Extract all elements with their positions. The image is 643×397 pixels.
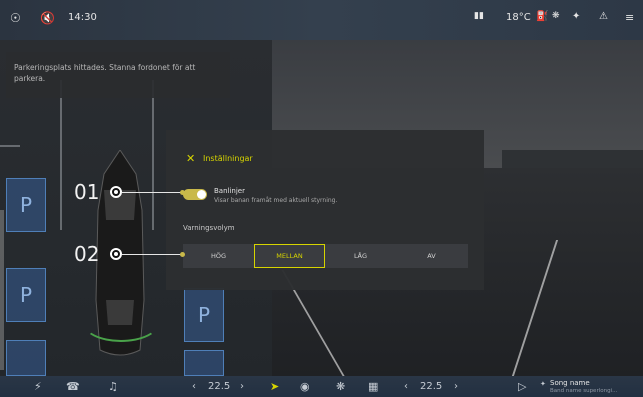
fan-icon[interactable]: ❋	[336, 380, 345, 393]
ev-station-icon: ⛽	[536, 11, 549, 22]
parking-toast: Parkeringsplats hittades. Stanna fordone…	[6, 52, 230, 98]
parking-slot-label: P	[19, 193, 33, 217]
camera-building	[502, 150, 643, 168]
dialog-title: Inställningar	[203, 154, 253, 163]
phone-icon[interactable]: ☎	[66, 380, 80, 393]
callout-01-label: 01	[74, 180, 100, 204]
music-note-icon[interactable]: ♫	[108, 380, 118, 393]
callout-02-end	[180, 252, 185, 257]
parking-slot[interactable]: P	[6, 178, 46, 232]
apps-grid-icon[interactable]: ▦	[368, 380, 378, 393]
callout-02-dot	[110, 248, 122, 260]
top-map-strip: ☉ 🔇 14:30 ▮▮ 18°C ⛽ ❋ ✦ ⚠ ≡	[0, 0, 643, 40]
callout-02-line	[122, 254, 182, 255]
temp-left-decrease[interactable]: ‹	[192, 381, 196, 392]
parking-slot[interactable]	[184, 350, 224, 376]
lane-lines-toggle[interactable]	[183, 189, 207, 200]
warning-volume-selector: HÖG MELLAN LÅG AV	[183, 244, 468, 268]
callout-01-dot	[110, 186, 122, 198]
callout-01-end	[180, 190, 185, 195]
warning-volume-label: Varningsvolym	[183, 224, 235, 232]
clock: 14:30	[68, 12, 97, 23]
volume-option-medium[interactable]: MELLAN	[254, 244, 325, 268]
song-title: Song name	[550, 379, 590, 387]
lot-line	[60, 80, 62, 230]
bell-icon[interactable]: ⚠	[599, 11, 608, 22]
speaker-mute-icon[interactable]: 🔇	[40, 11, 55, 25]
volume-option-off[interactable]: AV	[396, 244, 467, 268]
parking-slot-label: P	[197, 303, 211, 327]
lane-lines-label: Banlinjer	[214, 187, 245, 195]
navigation-arrow-icon[interactable]: ➤	[270, 380, 279, 393]
lot-line	[0, 210, 4, 370]
temperature: 18°C	[506, 12, 531, 23]
bluetooth-icon: ✦	[540, 380, 546, 388]
callout-02-label: 02	[74, 242, 100, 266]
volume-option-low[interactable]: LÅG	[325, 244, 396, 268]
temp-right-value: 22.5	[420, 381, 443, 392]
settings-sliders-icon[interactable]: ≡	[625, 11, 634, 24]
lot-line	[152, 80, 154, 230]
lot-line	[0, 145, 20, 147]
signal-icon: ▮▮	[474, 11, 484, 21]
bluetooth-icon[interactable]: ✦	[572, 11, 580, 22]
screen: ☉ 🔇 14:30 ▮▮ 18°C ⛽ ❋ ✦ ⚠ ≡ P P P Parker…	[0, 0, 643, 397]
temp-right-decrease[interactable]: ‹	[404, 381, 408, 392]
user-icon[interactable]: ☉	[10, 11, 21, 25]
parking-slot[interactable]: P	[6, 268, 46, 322]
callout-01-line	[122, 192, 182, 193]
toggle-knob	[197, 190, 206, 199]
artist-name: Band name superlongi...	[550, 388, 618, 394]
bottom-bar: ⚡ ☎ ♫ ‹ 22.5 › ➤ ◉ ❋ ▦ ‹ 22.5 › ▷ ✦ Song…	[0, 376, 643, 397]
parking-slot[interactable]	[6, 340, 46, 376]
lightning-icon[interactable]: ⚡	[34, 380, 42, 393]
temp-left-value: 22.5	[208, 381, 231, 392]
parking-guide-arc	[82, 302, 160, 342]
fan-icon: ❋	[552, 11, 560, 21]
close-icon[interactable]: ✕	[186, 153, 196, 165]
temp-right-increase[interactable]: ›	[454, 381, 458, 392]
temp-left-increase[interactable]: ›	[240, 381, 244, 392]
volume-option-high[interactable]: HÖG	[183, 244, 254, 268]
lane-lines-description: Visar banan framåt med aktuell styrning.	[214, 197, 338, 204]
car-icon[interactable]: ◉	[300, 380, 310, 393]
parking-slot-label: P	[19, 283, 33, 307]
play-icon[interactable]: ▷	[518, 380, 526, 393]
parking-slot[interactable]: P	[184, 288, 224, 342]
